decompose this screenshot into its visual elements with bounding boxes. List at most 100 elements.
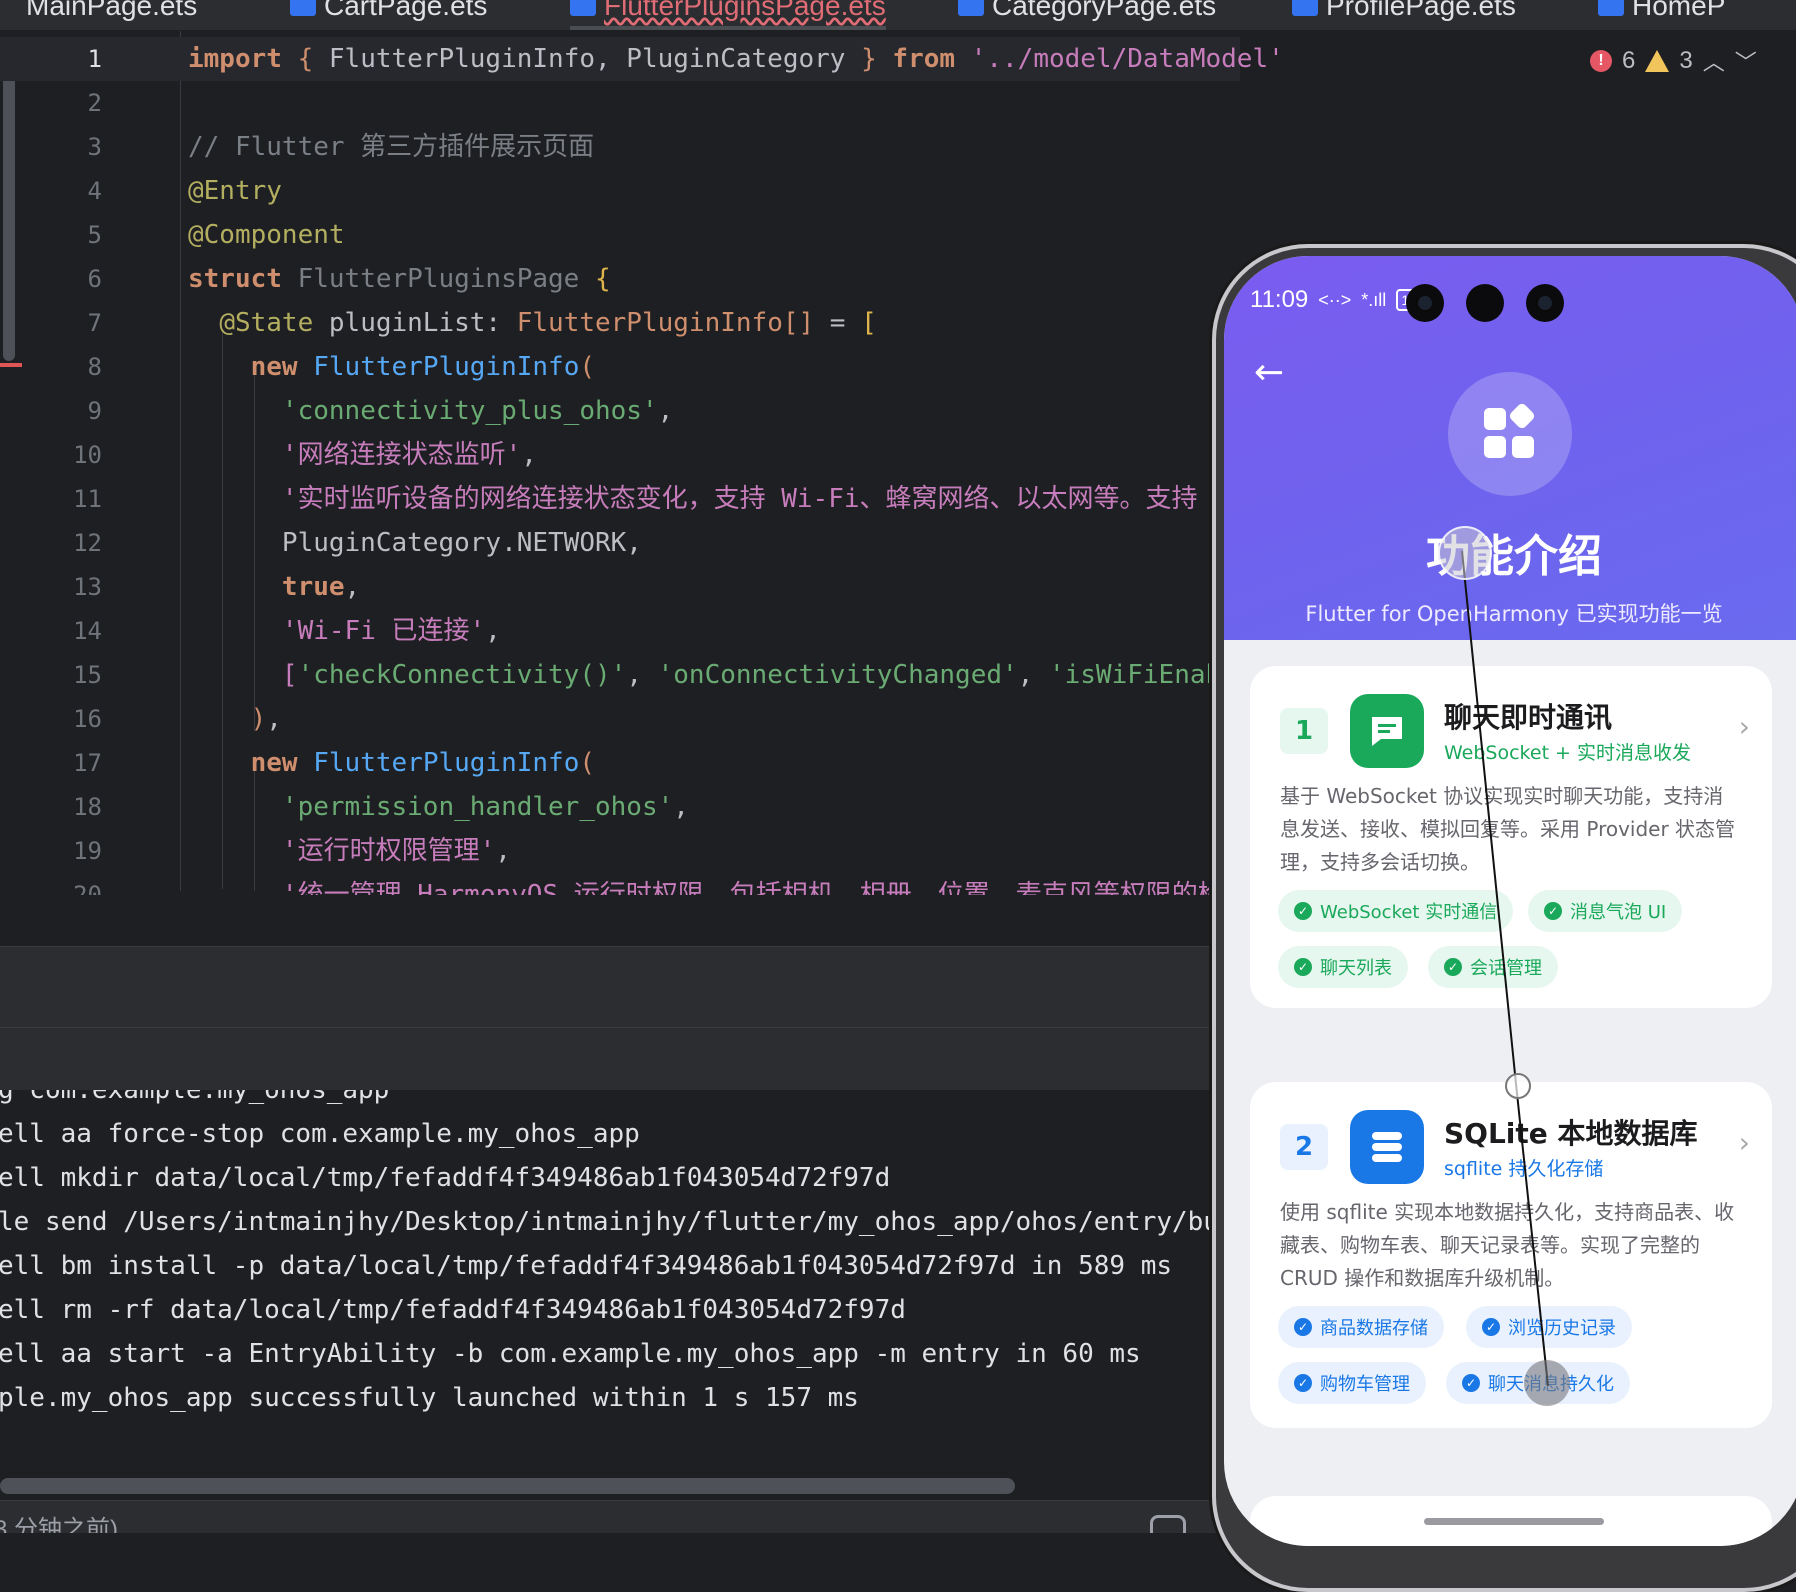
tab-homepage[interactable]: HomeP: [1598, 0, 1725, 26]
tab-label: CategoryPage.ets: [992, 0, 1217, 21]
tab-label: MainPage.ets: [26, 0, 198, 21]
code-line[interactable]: 2: [0, 81, 1240, 125]
code-text: true,: [281, 572, 361, 602]
code-line[interactable]: 8 new FlutterPluginInfo(: [0, 345, 1240, 389]
code-text: ),: [250, 704, 282, 734]
tab-categorypage[interactable]: CategoryPage.ets: [958, 0, 1216, 26]
code-text: import { FlutterPluginInfo, PluginCatego…: [188, 44, 1284, 74]
chevron-down-icon[interactable]: ﹀: [1735, 45, 1757, 77]
code-text: // Flutter 第三方插件展示页面: [188, 132, 595, 162]
line-number: 20: [73, 881, 102, 895]
warning-count: 3: [1679, 47, 1693, 74]
tab-flutterpluginspage[interactable]: FlutterPluginsPage.ets: [570, 0, 886, 30]
console-line: ell aa force-stop com.example.my_ohos_ap…: [0, 1119, 640, 1149]
code-text: new FlutterPluginInfo(: [250, 748, 596, 778]
console-horizontal-scrollbar[interactable]: [0, 1478, 1015, 1494]
console-line: g com.example.my_ohos_app: [0, 1090, 390, 1105]
code-line[interactable]: 4 @Entry: [0, 169, 1240, 213]
tab-label: CartPage.ets: [324, 0, 488, 21]
status-text: 3 分钟之前): [0, 1516, 119, 1533]
code-line[interactable]: 12 PluginCategory.NETWORK,: [0, 521, 1240, 565]
code-text: 'connectivity_plus_ohos',: [281, 396, 674, 426]
code-text: ['checkConnectivity()', 'onConnectivityC…: [281, 660, 1222, 690]
copilot-icon[interactable]: [1150, 1515, 1186, 1533]
tab-label: FlutterPluginsPage.ets: [604, 0, 886, 21]
code-line[interactable]: 15 ['checkConnectivity()', 'onConnectivi…: [0, 653, 1240, 697]
console-line: ell bm install -p data/local/tmp/fefaddf…: [0, 1251, 1172, 1281]
code-line[interactable]: 3 // Flutter 第三方插件展示页面: [0, 125, 1240, 169]
code-line[interactable]: 7 @State pluginList: FlutterPluginInfo[]…: [0, 301, 1240, 345]
code-text: '运行时权限管理',: [281, 836, 511, 866]
line-number: 8: [87, 353, 102, 381]
code-text: 'permission_handler_ohos',: [281, 792, 689, 822]
line-number: 12: [73, 529, 102, 557]
code-line[interactable]: 9 'connectivity_plus_ohos',: [0, 389, 1240, 433]
console-line: le send /Users/intmainjhy/Desktop/intmai…: [0, 1207, 1219, 1237]
code-text: '网络连接状态监听',: [281, 440, 537, 470]
line-number: 16: [73, 705, 102, 733]
code-line[interactable]: 5 @Component: [0, 213, 1240, 257]
code-text: @Entry: [188, 176, 282, 206]
code-text: '统一管理 HarmonyOS 运行时权限，包括相机、相册、位置、麦克风等权限的…: [188, 880, 1224, 895]
line-number: 10: [73, 441, 102, 469]
line-number: 15: [73, 661, 102, 689]
console-line: ell rm -rf data/local/tmp/fefaddf4f34948…: [0, 1295, 906, 1325]
line-number: 1: [87, 45, 102, 73]
tab-label: ProfilePage.ets: [1326, 0, 1516, 21]
console-line: ell mkdir data/local/tmp/fefaddf4f349486…: [0, 1163, 891, 1193]
line-number: 14: [73, 617, 102, 645]
warning-icon: [1645, 50, 1670, 72]
code-line[interactable]: 1 import { FlutterPluginInfo, PluginCate…: [0, 37, 1284, 81]
line-number: 17: [73, 749, 102, 777]
line-number: 3: [87, 133, 102, 161]
file-icon: [1292, 0, 1318, 16]
line-number: 19: [73, 837, 102, 865]
code-line[interactable]: 10 '网络连接状态监听',: [0, 433, 1240, 477]
home-indicator[interactable]: [1424, 1518, 1604, 1525]
chevron-up-icon[interactable]: ︿: [1703, 45, 1725, 77]
code-text: struct FlutterPluginsPage {: [188, 264, 611, 294]
file-icon: [1598, 0, 1624, 16]
touch-point-icon: [1505, 1073, 1531, 1099]
line-number: 6: [87, 265, 102, 293]
inspection-widget[interactable]: ! 6 3 ︿ ﹀: [1590, 43, 1757, 79]
line-number: 13: [73, 573, 102, 601]
line-number: 2: [87, 89, 102, 117]
code-text: PluginCategory.NETWORK,: [188, 528, 642, 558]
code-text: @Component: [188, 220, 345, 250]
console-line: ple.my_ohos_app successfully launched wi…: [0, 1383, 859, 1413]
tab-profilepage[interactable]: ProfilePage.ets: [1292, 0, 1516, 26]
code-text: new FlutterPluginInfo(: [250, 352, 596, 382]
line-number: 18: [73, 793, 102, 821]
error-icon: !: [1590, 50, 1612, 72]
console-line: ell aa start -a EntryAbility -b com.exam…: [0, 1339, 1141, 1369]
line-number: 7: [87, 309, 102, 337]
line-number: 9: [87, 397, 102, 425]
tab-cartpage[interactable]: CartPage.ets: [290, 0, 487, 26]
line-number: 5: [87, 221, 102, 249]
touch-trace-overlay: [1461, 550, 1549, 1387]
tab-label: HomeP: [1632, 0, 1726, 21]
code-line[interactable]: 13 true,: [0, 565, 1240, 609]
code-text: '实时监听设备的网络连接状态变化，支持 Wi-Fi、蜂窝网络、以太网等。支持: [281, 484, 1198, 514]
touch-point-icon: [1438, 526, 1492, 580]
code-line[interactable]: 19 '运行时权限管理',: [0, 829, 1240, 873]
code-line[interactable]: 14 'Wi-Fi 已连接',: [0, 609, 1240, 653]
code-text: @State pluginList: FlutterPluginInfo[] =…: [219, 308, 877, 338]
code-line[interactable]: 17 new FlutterPluginInfo(: [0, 741, 1240, 785]
touch-point-icon: [1524, 1360, 1570, 1406]
code-line[interactable]: 18 'permission_handler_ohos',: [0, 785, 1240, 829]
tab-mainpage[interactable]: MainPage.ets: [26, 0, 197, 26]
phone-screen[interactable]: 11:09 <··> *.ıll 100 ← 功能介绍 Flutter for …: [1224, 256, 1796, 1546]
line-number: 4: [87, 177, 102, 205]
line-number: 11: [73, 485, 102, 513]
error-count: 6: [1622, 47, 1636, 74]
code-line[interactable]: 6 struct FlutterPluginsPage {: [0, 257, 1240, 301]
code-text: 'Wi-Fi 已连接',: [281, 616, 501, 646]
code-line[interactable]: 11 '实时监听设备的网络连接状态变化，支持 Wi-Fi、蜂窝网络、以太网等。支…: [0, 477, 1240, 521]
code-line[interactable]: 16 ),: [0, 697, 1240, 741]
file-icon: [958, 0, 984, 16]
editor-tab-bar: MainPage.ets CartPage.ets FlutterPlugins…: [0, 0, 1796, 31]
file-icon: [570, 0, 596, 16]
code-line[interactable]: 20 '统一管理 HarmonyOS 运行时权限，包括相机、相册、位置、麦克风等…: [0, 873, 1240, 895]
